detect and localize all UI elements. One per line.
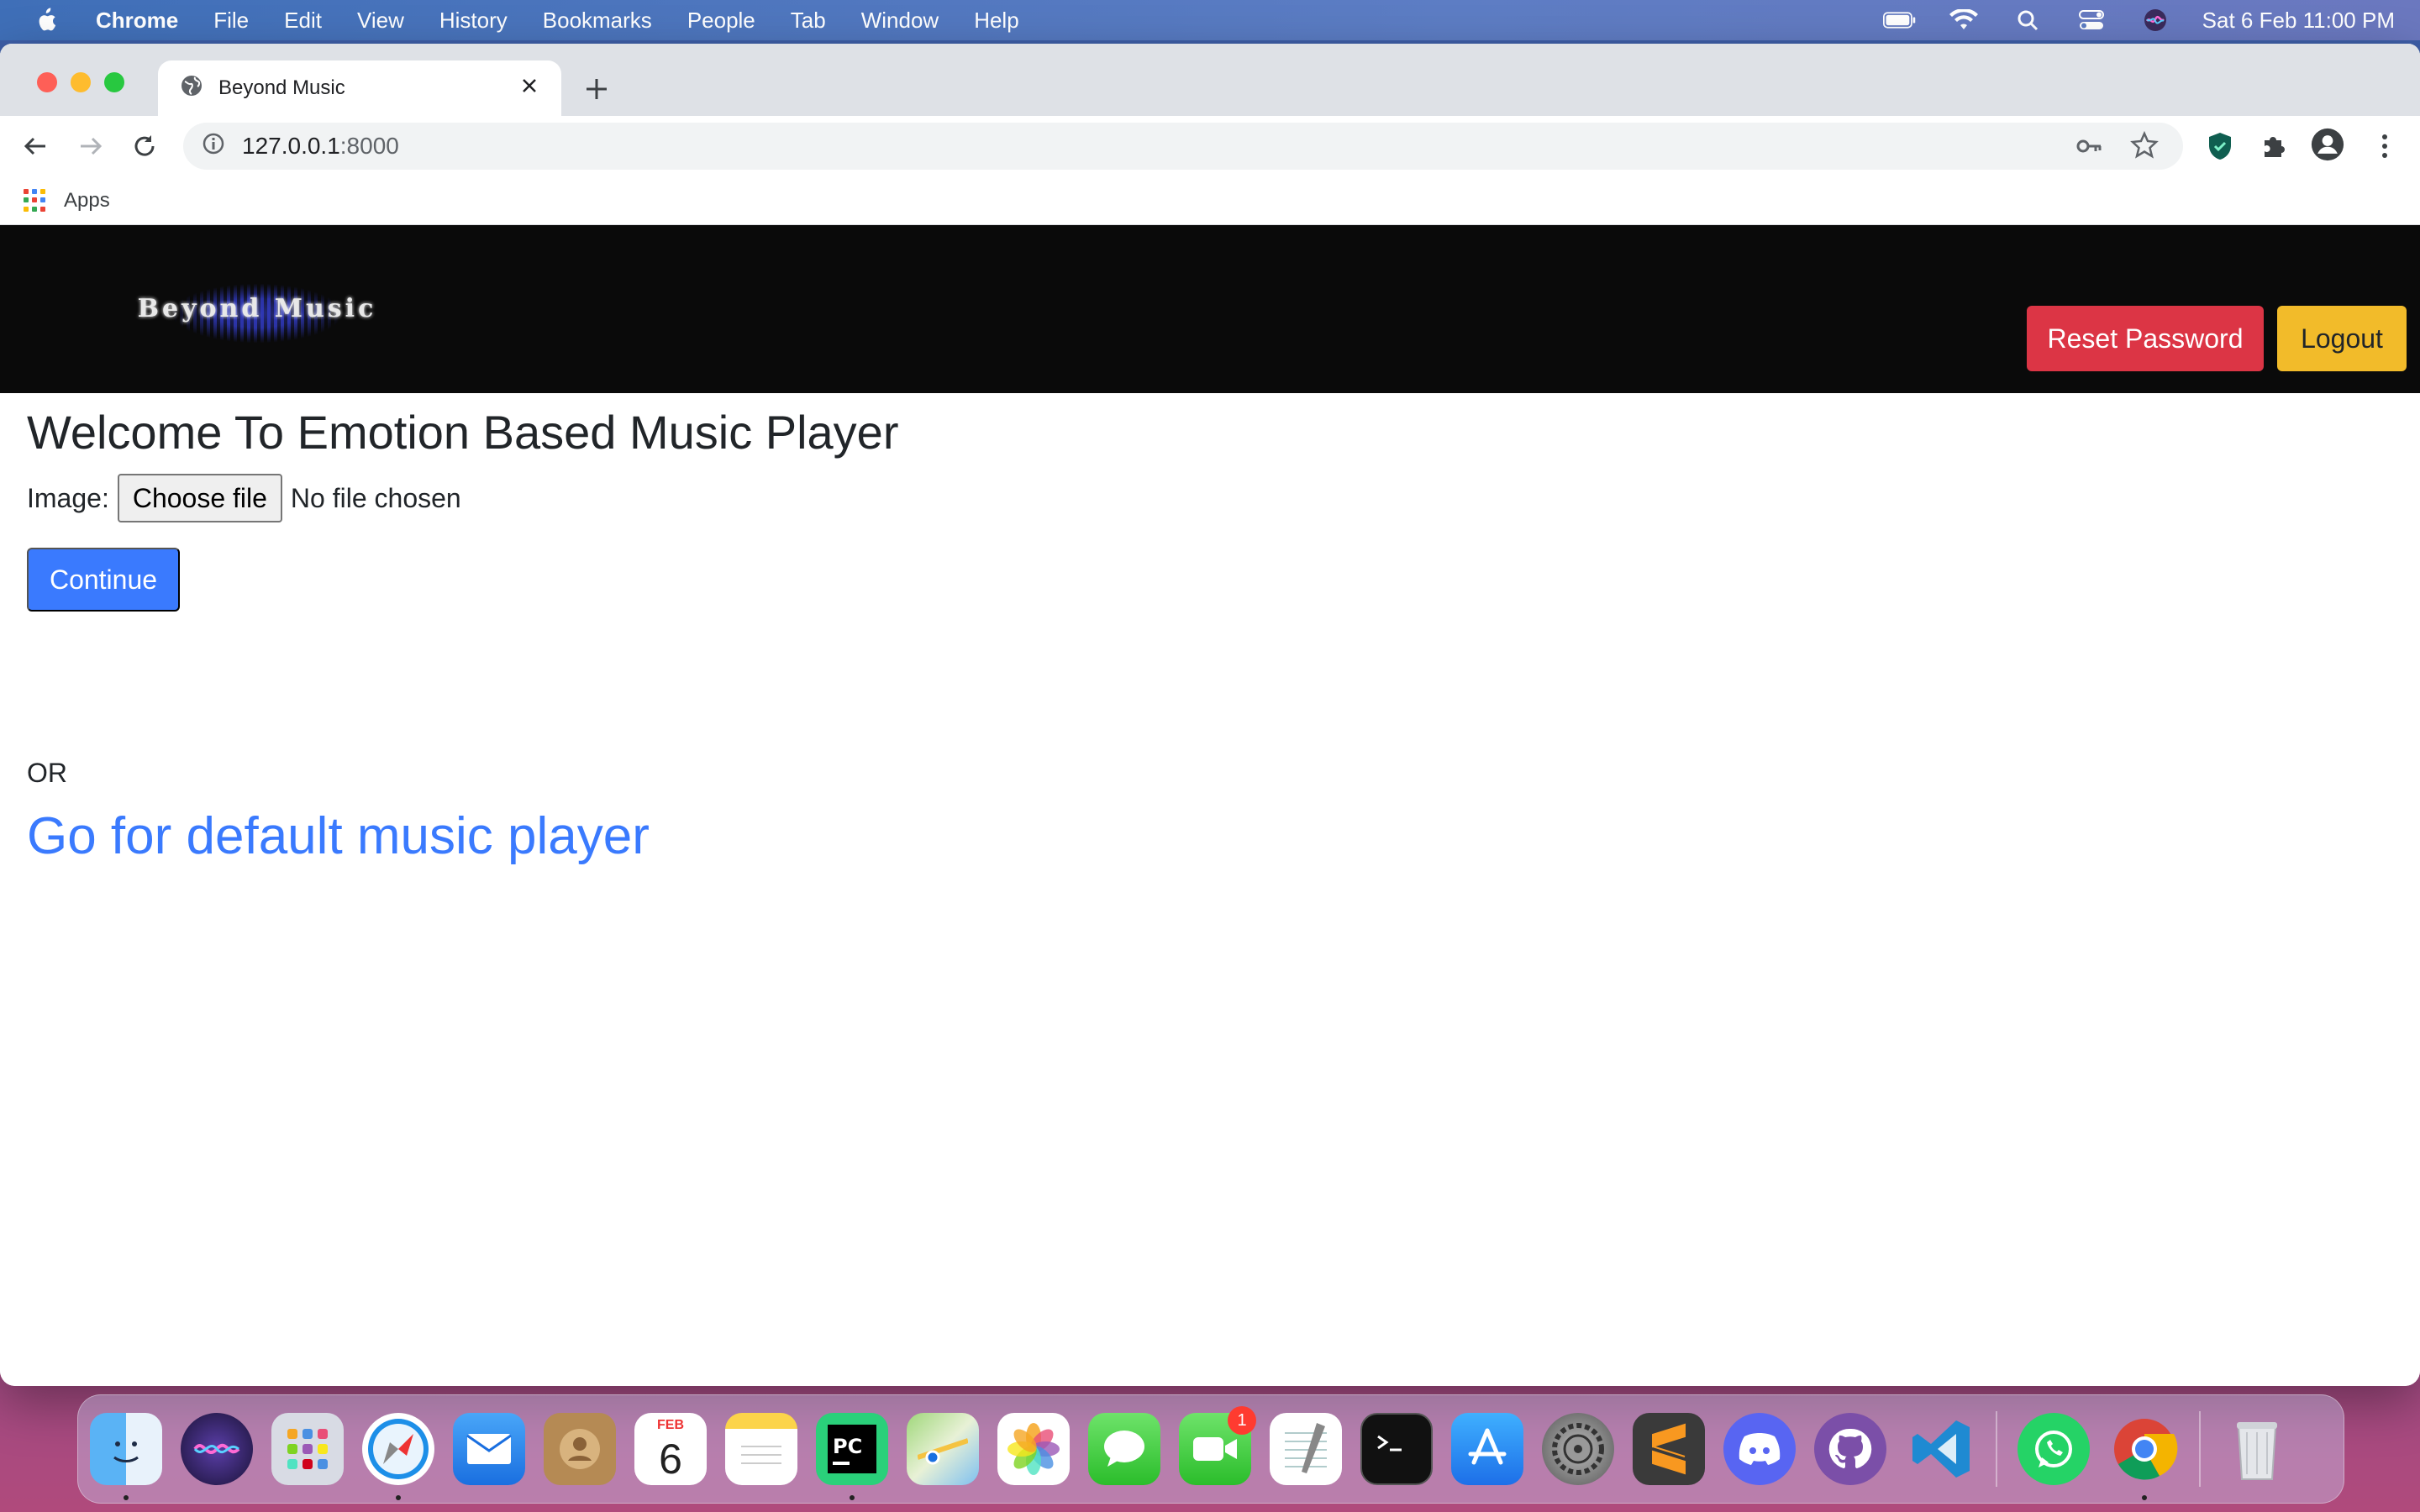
chrome-running-dot [2142, 1495, 2147, 1500]
siri-app-icon[interactable] [181, 1413, 253, 1485]
facetime-notification-badge: 1 [1228, 1406, 1256, 1435]
sublime-text-icon[interactable] [1633, 1413, 1705, 1485]
page-title: Welcome To Emotion Based Music Player [27, 406, 899, 459]
app-store-icon[interactable] [1451, 1413, 1523, 1485]
siri-icon[interactable] [2139, 7, 2172, 34]
browser-tab-active[interactable]: Beyond Music [158, 60, 561, 116]
reload-icon[interactable] [128, 129, 161, 163]
continue-button[interactable]: Continue [27, 548, 180, 612]
pycharm-running-dot [850, 1495, 855, 1500]
choose-file-button[interactable]: Choose file [117, 474, 282, 522]
finder-running-dot [124, 1495, 129, 1500]
site-info-icon[interactable] [202, 132, 225, 161]
page-content: Beyond Music Reset Password Logout Welco… [0, 225, 2420, 1386]
maps-icon[interactable] [907, 1413, 979, 1485]
calendar-icon[interactable]: FEB 6 [634, 1413, 707, 1485]
safari-running-dot [396, 1495, 401, 1500]
finder-icon[interactable] [90, 1413, 162, 1500]
extension-shield-icon[interactable] [2203, 129, 2237, 163]
minimize-window-button[interactable] [71, 72, 91, 92]
apps-grid-icon[interactable] [24, 188, 47, 213]
contacts-icon[interactable] [544, 1413, 616, 1485]
window-controls [37, 72, 124, 92]
browser-window: Beyond Music 127.0.0.1:8000 Apps Beyond… [0, 44, 2420, 1386]
image-upload-row: Image: Choose file No file chosen [27, 474, 461, 522]
mail-icon[interactable] [453, 1413, 525, 1485]
system-preferences-icon[interactable] [1542, 1413, 1614, 1485]
github-desktop-icon[interactable] [1814, 1413, 1886, 1485]
battery-icon[interactable] [1882, 7, 1917, 34]
menu-window[interactable]: Window [861, 8, 939, 34]
close-tab-icon[interactable] [519, 76, 539, 102]
wifi-icon[interactable] [1947, 7, 1981, 34]
address-bar[interactable]: 127.0.0.1:8000 [183, 123, 2183, 170]
dock-separator [1996, 1411, 1997, 1487]
tab-title: Beyond Music [218, 76, 345, 99]
fullscreen-window-button[interactable] [104, 72, 124, 92]
chrome-icon[interactable] [2108, 1413, 2181, 1500]
messages-icon[interactable] [1088, 1413, 1160, 1485]
back-arrow-icon[interactable] [18, 129, 52, 163]
menu-tab[interactable]: Tab [791, 8, 826, 34]
image-label: Image: [27, 482, 109, 513]
safari-icon[interactable] [362, 1413, 434, 1500]
extensions-puzzle-icon[interactable] [2257, 129, 2291, 163]
or-separator-text: OR [27, 758, 67, 788]
tab-strip: Beyond Music [0, 44, 2420, 116]
file-status-text: No file chosen [290, 482, 461, 513]
menu-people[interactable]: People [687, 8, 755, 34]
svg-text:PC: PC [833, 1435, 862, 1458]
photos-icon[interactable] [997, 1413, 1070, 1485]
textedit-icon[interactable] [1270, 1413, 1342, 1485]
menu-edit[interactable]: Edit [284, 8, 322, 34]
reset-password-button[interactable]: Reset Password [2027, 306, 2264, 371]
facetime-icon[interactable]: 1 [1179, 1406, 1256, 1485]
key-icon[interactable] [2074, 129, 2104, 169]
menu-view[interactable]: View [357, 8, 404, 34]
control-center-icon[interactable] [2075, 7, 2108, 34]
calendar-month: FEB [657, 1418, 684, 1432]
menu-file[interactable]: File [213, 8, 249, 34]
bookmark-apps[interactable]: Apps [64, 189, 110, 213]
browser-menu-kebab-icon[interactable] [2368, 129, 2402, 163]
logout-button[interactable]: Logout [2277, 306, 2407, 371]
forward-arrow-icon[interactable] [74, 129, 108, 163]
globe-icon [180, 74, 203, 103]
apple-menu-icon[interactable] [34, 7, 59, 34]
menu-bookmarks[interactable]: Bookmarks [543, 8, 652, 34]
macos-dock: FEB 6 PC 1 [77, 1394, 2344, 1504]
new-tab-plus-icon[interactable] [581, 74, 612, 104]
bookmark-star-icon[interactable] [2129, 129, 2160, 169]
menubar-app-name[interactable]: Chrome [96, 8, 178, 34]
profile-avatar-icon[interactable] [2311, 128, 2344, 161]
bookmarks-bar: Apps [0, 176, 2420, 225]
browser-toolbar: 127.0.0.1:8000 [0, 116, 2420, 176]
launchpad-icon[interactable] [271, 1413, 344, 1485]
site-logo[interactable]: Beyond Music [81, 276, 434, 351]
logo-text: Beyond Music [137, 294, 377, 323]
spotlight-search-icon[interactable] [2011, 7, 2044, 34]
discord-icon[interactable] [1723, 1413, 1796, 1485]
menu-history[interactable]: History [439, 8, 508, 34]
omnibox-actions [2074, 129, 2160, 169]
pycharm-icon[interactable]: PC [816, 1413, 888, 1500]
default-music-player-link[interactable]: Go for default music player [27, 806, 650, 866]
trash-icon[interactable] [2221, 1413, 2293, 1485]
close-window-button[interactable] [37, 72, 57, 92]
url-port: :8000 [339, 133, 399, 159]
dock-separator-trash [2199, 1411, 2201, 1487]
site-header: Beyond Music Reset Password Logout [0, 225, 2420, 393]
menu-help[interactable]: Help [974, 8, 1018, 34]
notes-icon[interactable] [725, 1413, 797, 1485]
macos-menubar: Chrome File Edit View History Bookmarks … [0, 0, 2420, 40]
vscode-icon[interactable] [1905, 1413, 1977, 1485]
calendar-day: 6 [659, 1436, 682, 1483]
whatsapp-icon[interactable] [2018, 1413, 2090, 1485]
terminal-icon[interactable] [1360, 1413, 1433, 1485]
url-host: 127.0.0.1 [242, 133, 340, 159]
menubar-clock[interactable]: Sat 6 Feb 11:00 PM [2202, 8, 2395, 34]
